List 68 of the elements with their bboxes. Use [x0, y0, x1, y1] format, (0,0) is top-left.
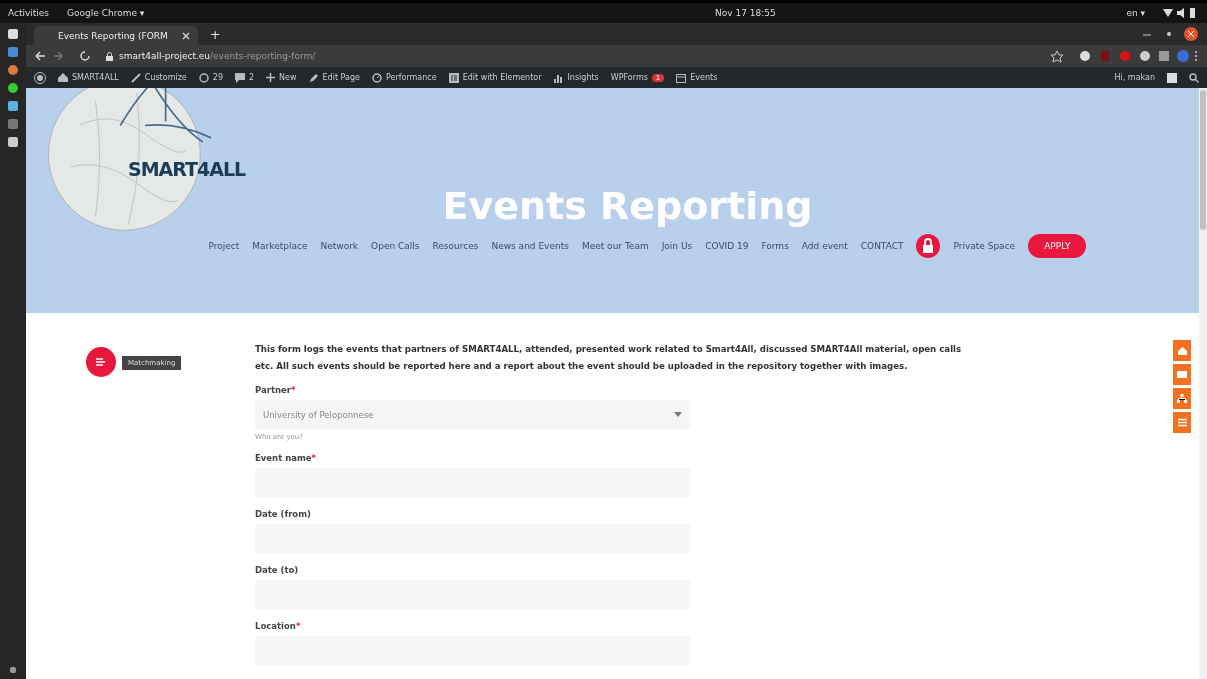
nav-link[interactable]: CONTACT: [860, 241, 904, 251]
browser-tab[interactable]: Events Reporting (FORM: [34, 26, 198, 45]
page-title: Events Reporting: [441, 184, 813, 228]
field-label: Event name*: [255, 453, 318, 463]
admin-bar-item[interactable]: SMART4ALL: [58, 73, 119, 82]
nav-link[interactable]: COVID 19: [705, 241, 749, 251]
logo-text[interactable]: SMART4ALL: [128, 158, 246, 180]
nav-link[interactable]: Forms: [761, 241, 789, 251]
list-icon: [1177, 418, 1187, 427]
chevron-down-icon: [674, 412, 682, 417]
scrollbar-thumb[interactable]: [1200, 90, 1206, 230]
nav-link[interactable]: Add event: [801, 241, 848, 251]
app-grid-icon[interactable]: [10, 667, 16, 673]
field-label: Date (to): [255, 565, 300, 575]
nav-link[interactable]: Network: [320, 241, 359, 251]
admin-bar-item[interactable]: New: [266, 73, 297, 82]
field-label: Location*: [255, 621, 302, 631]
activities-button[interactable]: Activities: [8, 8, 50, 18]
nav-link[interactable]: Resources: [432, 241, 479, 251]
select-field[interactable]: University of Peloponnese: [255, 400, 690, 429]
lock-icon[interactable]: [916, 234, 941, 258]
private-space-link[interactable]: Private Space: [953, 241, 1016, 251]
avatar: [1167, 72, 1177, 83]
nav-link[interactable]: Marketplace: [252, 241, 308, 251]
square-icon: [448, 72, 459, 83]
nav-link[interactable]: News and Events: [491, 241, 569, 251]
new-tab-button[interactable]: +: [203, 26, 227, 42]
apply-button[interactable]: APPLY: [1028, 234, 1087, 258]
home-icon: [1177, 346, 1187, 355]
matchmaking-button[interactable]: [86, 347, 116, 377]
pencil-icon: [308, 72, 319, 83]
close-icon[interactable]: [181, 31, 190, 40]
sitemap-button[interactable]: [1173, 388, 1191, 409]
wordpress-icon[interactable]: [34, 71, 46, 84]
admin-bar-item[interactable]: Edit with Elementor: [448, 72, 542, 83]
plus-icon: [266, 73, 276, 82]
language-menu[interactable]: en ▾: [1126, 8, 1145, 18]
admin-bar-item[interactable]: Edit Page: [308, 72, 360, 83]
greeting-link[interactable]: Hi, makan: [1114, 73, 1155, 82]
sitemap-icon: [1177, 394, 1187, 403]
list-button[interactable]: [1173, 412, 1191, 433]
intro-text: This form logs the events that partners of SMART4ALL, attended, presented work related to Smart4All, discussed SMART4All material, open calls etc. All such events should be reported here and a report about the event should be uploaded in the repository together with images.: [255, 343, 963, 373]
search-icon[interactable]: [1189, 72, 1199, 83]
admin-bar-item[interactable]: Customize: [130, 72, 187, 83]
extension-icons[interactable]: [1049, 49, 1199, 63]
nav-link[interactable]: Meet our Team: [581, 241, 649, 251]
admin-bar-item[interactable]: Performance: [371, 72, 437, 83]
brush-icon: [130, 72, 141, 83]
home-icon: [58, 73, 68, 82]
gauge-icon: [371, 72, 382, 83]
nav-link[interactable]: Join Us: [661, 241, 693, 251]
admin-bar-item[interactable]: Insights: [553, 72, 599, 83]
nav-link[interactable]: Project: [208, 241, 240, 251]
field-label: Partner*: [255, 385, 297, 395]
lock-icon: [106, 51, 113, 61]
clock[interactable]: Nov 17 18:55: [495, 8, 776, 18]
app-menu[interactable]: Google Chrome ▾: [67, 8, 145, 18]
calendar-icon: [676, 72, 687, 83]
bar-chart-icon: [553, 72, 564, 83]
comment-icon: [235, 72, 245, 83]
home-button[interactable]: [1173, 340, 1191, 361]
field-label: Date (from): [255, 509, 312, 519]
admin-bar-item[interactable]: 29: [198, 72, 223, 83]
admin-bar-item[interactable]: 2: [235, 72, 255, 83]
nav-link[interactable]: Open Calls: [371, 241, 420, 251]
admin-bar-item[interactable]: Events: [676, 72, 718, 83]
ticket-button[interactable]: [1173, 364, 1191, 385]
ticket-icon: [1177, 371, 1187, 378]
